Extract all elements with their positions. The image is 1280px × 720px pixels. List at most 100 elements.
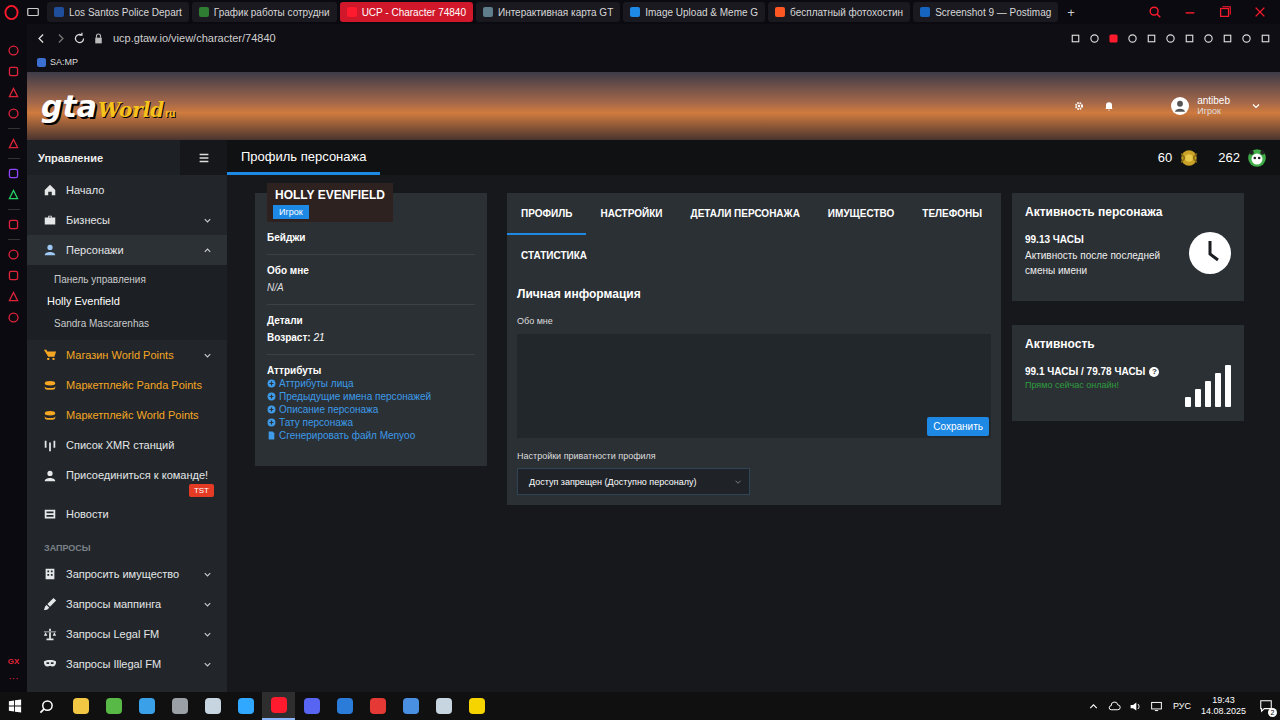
notification-center[interactable]: 2 — [1252, 692, 1280, 720]
attribute-link[interactable]: Предыдущие имена персонажей — [267, 391, 475, 402]
taskbar-app[interactable] — [229, 692, 262, 720]
language-indicator[interactable]: РУС — [1173, 701, 1191, 711]
submenu-item[interactable]: Sandra Mascarenhas — [27, 312, 227, 334]
browser-tab[interactable]: бесплатный фотохостин — [768, 2, 910, 22]
gear-icon[interactable] — [1073, 100, 1085, 112]
toolbar-icon[interactable] — [1145, 32, 1158, 45]
toolbar-icon[interactable] — [1088, 32, 1101, 45]
sidebar-item[interactable]: Присоединиться к команде!TST — [27, 460, 227, 499]
profile-tab[interactable]: СТАТИСТИКА — [507, 235, 601, 277]
profile-tab[interactable]: ПРОФИЛЬ — [507, 193, 586, 235]
taskbar-app[interactable] — [427, 692, 460, 720]
toolbar-icon[interactable] — [1202, 32, 1215, 45]
bell-icon[interactable] — [1103, 100, 1115, 112]
minimize-icon[interactable] — [1183, 5, 1197, 19]
sidebar-item[interactable]: Новости — [27, 499, 227, 529]
reload-icon[interactable] — [73, 32, 86, 45]
toolbar-icon[interactable] — [1069, 32, 1082, 45]
menu-toggle[interactable] — [180, 140, 227, 175]
taskbar-app[interactable] — [328, 692, 361, 720]
search-icon[interactable] — [1148, 5, 1162, 19]
clock[interactable]: 19:4314.08.2025 — [1201, 695, 1246, 717]
toolbar-icon[interactable] — [1259, 32, 1272, 45]
help-icon[interactable]: ? — [1149, 367, 1159, 377]
maximize-icon[interactable] — [1218, 5, 1232, 19]
privacy-select[interactable]: Доступ запрещен (Доступно персоналу) — [517, 468, 750, 495]
pin-icon[interactable] — [7, 248, 20, 261]
taskbar-app[interactable] — [361, 692, 394, 720]
taskbar-app[interactable] — [295, 692, 328, 720]
volume-icon[interactable] — [1129, 700, 1142, 713]
bookmark[interactable]: SA:MP — [37, 57, 78, 67]
submenu-item[interactable]: Панель управления — [27, 268, 227, 290]
gx-control-label[interactable]: GX — [8, 657, 20, 666]
attribute-link[interactable]: Тату персонажа — [267, 417, 475, 428]
taskbar-app[interactable] — [64, 692, 97, 720]
toolbar-icon[interactable] — [1164, 32, 1177, 45]
taskbar-app[interactable] — [163, 692, 196, 720]
toolbar-icon[interactable] — [1126, 32, 1139, 45]
toolbar-icon[interactable] — [1240, 32, 1253, 45]
gauge-icon[interactable] — [7, 44, 20, 57]
sidebar-item[interactable]: Персонажи — [27, 235, 227, 265]
tw-icon[interactable] — [7, 167, 20, 180]
sidebar-item[interactable]: Бизнесы — [27, 205, 227, 235]
clock-icon[interactable] — [7, 269, 20, 282]
windows-start-icon[interactable] — [8, 699, 22, 713]
box-icon[interactable] — [7, 86, 20, 99]
search-icon[interactable] — [39, 699, 54, 714]
new-tab-button[interactable]: + — [1061, 5, 1081, 20]
cube-icon[interactable] — [7, 290, 20, 303]
tray-expand-icon[interactable] — [1087, 700, 1100, 713]
attribute-link[interactable]: Сгенерировать файл Menyoo — [267, 430, 475, 441]
attribute-link[interactable]: Аттрибуты лица — [267, 378, 475, 389]
sidebar-item[interactable]: Запросы Legal FM — [27, 619, 227, 649]
user-menu[interactable]: antibebИгрок — [1171, 95, 1262, 117]
toolbar-icon[interactable] — [1221, 32, 1234, 45]
sidebar-item[interactable]: Запросить имущество — [27, 559, 227, 589]
back-icon[interactable] — [35, 32, 48, 45]
sidebar-item[interactable]: Список XMR станций — [27, 430, 227, 460]
browser-tab[interactable]: График работы сотрудни — [192, 2, 337, 22]
profile-tab[interactable]: НАСТРОЙКИ — [586, 193, 676, 235]
browser-tab[interactable]: Los Santos Police Depart — [47, 2, 189, 22]
lock-icon[interactable] — [92, 32, 105, 45]
attribute-link[interactable]: Описание персонажа — [267, 404, 475, 415]
sidebar-item[interactable]: Запросы маппинга — [27, 589, 227, 619]
save-button[interactable]: Сохранить — [927, 417, 989, 436]
profile-tab[interactable]: ДЕТАЛИ ПЕРСОНАЖА — [677, 193, 814, 235]
play-icon[interactable] — [7, 218, 20, 231]
profile-tab[interactable]: ТЕЛЕФОНЫ — [908, 193, 996, 235]
taskbar-app[interactable] — [130, 692, 163, 720]
m-icon[interactable] — [7, 107, 20, 120]
sidebar-item[interactable]: Маркетплейс World Points — [27, 400, 227, 430]
url-field[interactable]: ucp.gtaw.io/view/character/74840 — [113, 32, 276, 44]
taskbar-app[interactable] — [97, 692, 130, 720]
network-icon[interactable] — [1150, 700, 1163, 713]
sidebar-item[interactable]: Магазин World Points — [27, 340, 227, 370]
wa-icon[interactable] — [7, 188, 20, 201]
browser-tab[interactable]: Интерактивная карта GT — [476, 2, 620, 22]
sidebar-item[interactable]: Начало — [27, 175, 227, 205]
profile-tab[interactable]: ИМУЩЕСТВО — [814, 193, 908, 235]
opera-logo-icon[interactable] — [4, 5, 19, 20]
sidebar-item[interactable]: Запросы Illegal FM — [27, 649, 227, 679]
taskbar-app[interactable] — [196, 692, 229, 720]
browser-tab[interactable]: Screenshot 9 — Postimag — [913, 2, 1058, 22]
taskbar-app[interactable] — [394, 692, 427, 720]
taskbar-app[interactable] — [262, 692, 295, 720]
taskbar-app[interactable] — [460, 692, 493, 720]
site-logo[interactable]: gtaWorldru — [37, 83, 179, 130]
gear-icon[interactable] — [7, 311, 20, 324]
submenu-item[interactable]: Holly Evenfield — [27, 290, 227, 312]
more-button[interactable]: ··· — [9, 674, 19, 684]
browser-tab[interactable]: UCP - Character 74840 — [340, 2, 473, 22]
workspace-icon[interactable] — [26, 5, 40, 19]
toolbar-icon[interactable] — [1107, 32, 1120, 45]
sidebar-item[interactable]: Маркетплейс Panda Points — [27, 370, 227, 400]
a-icon[interactable] — [7, 137, 20, 150]
forward-icon[interactable] — [54, 32, 67, 45]
currency-balance[interactable]: 262 — [1218, 140, 1268, 175]
browser-tab[interactable]: Image Upload & Meme G — [623, 2, 765, 22]
about-textarea[interactable] — [517, 334, 991, 417]
